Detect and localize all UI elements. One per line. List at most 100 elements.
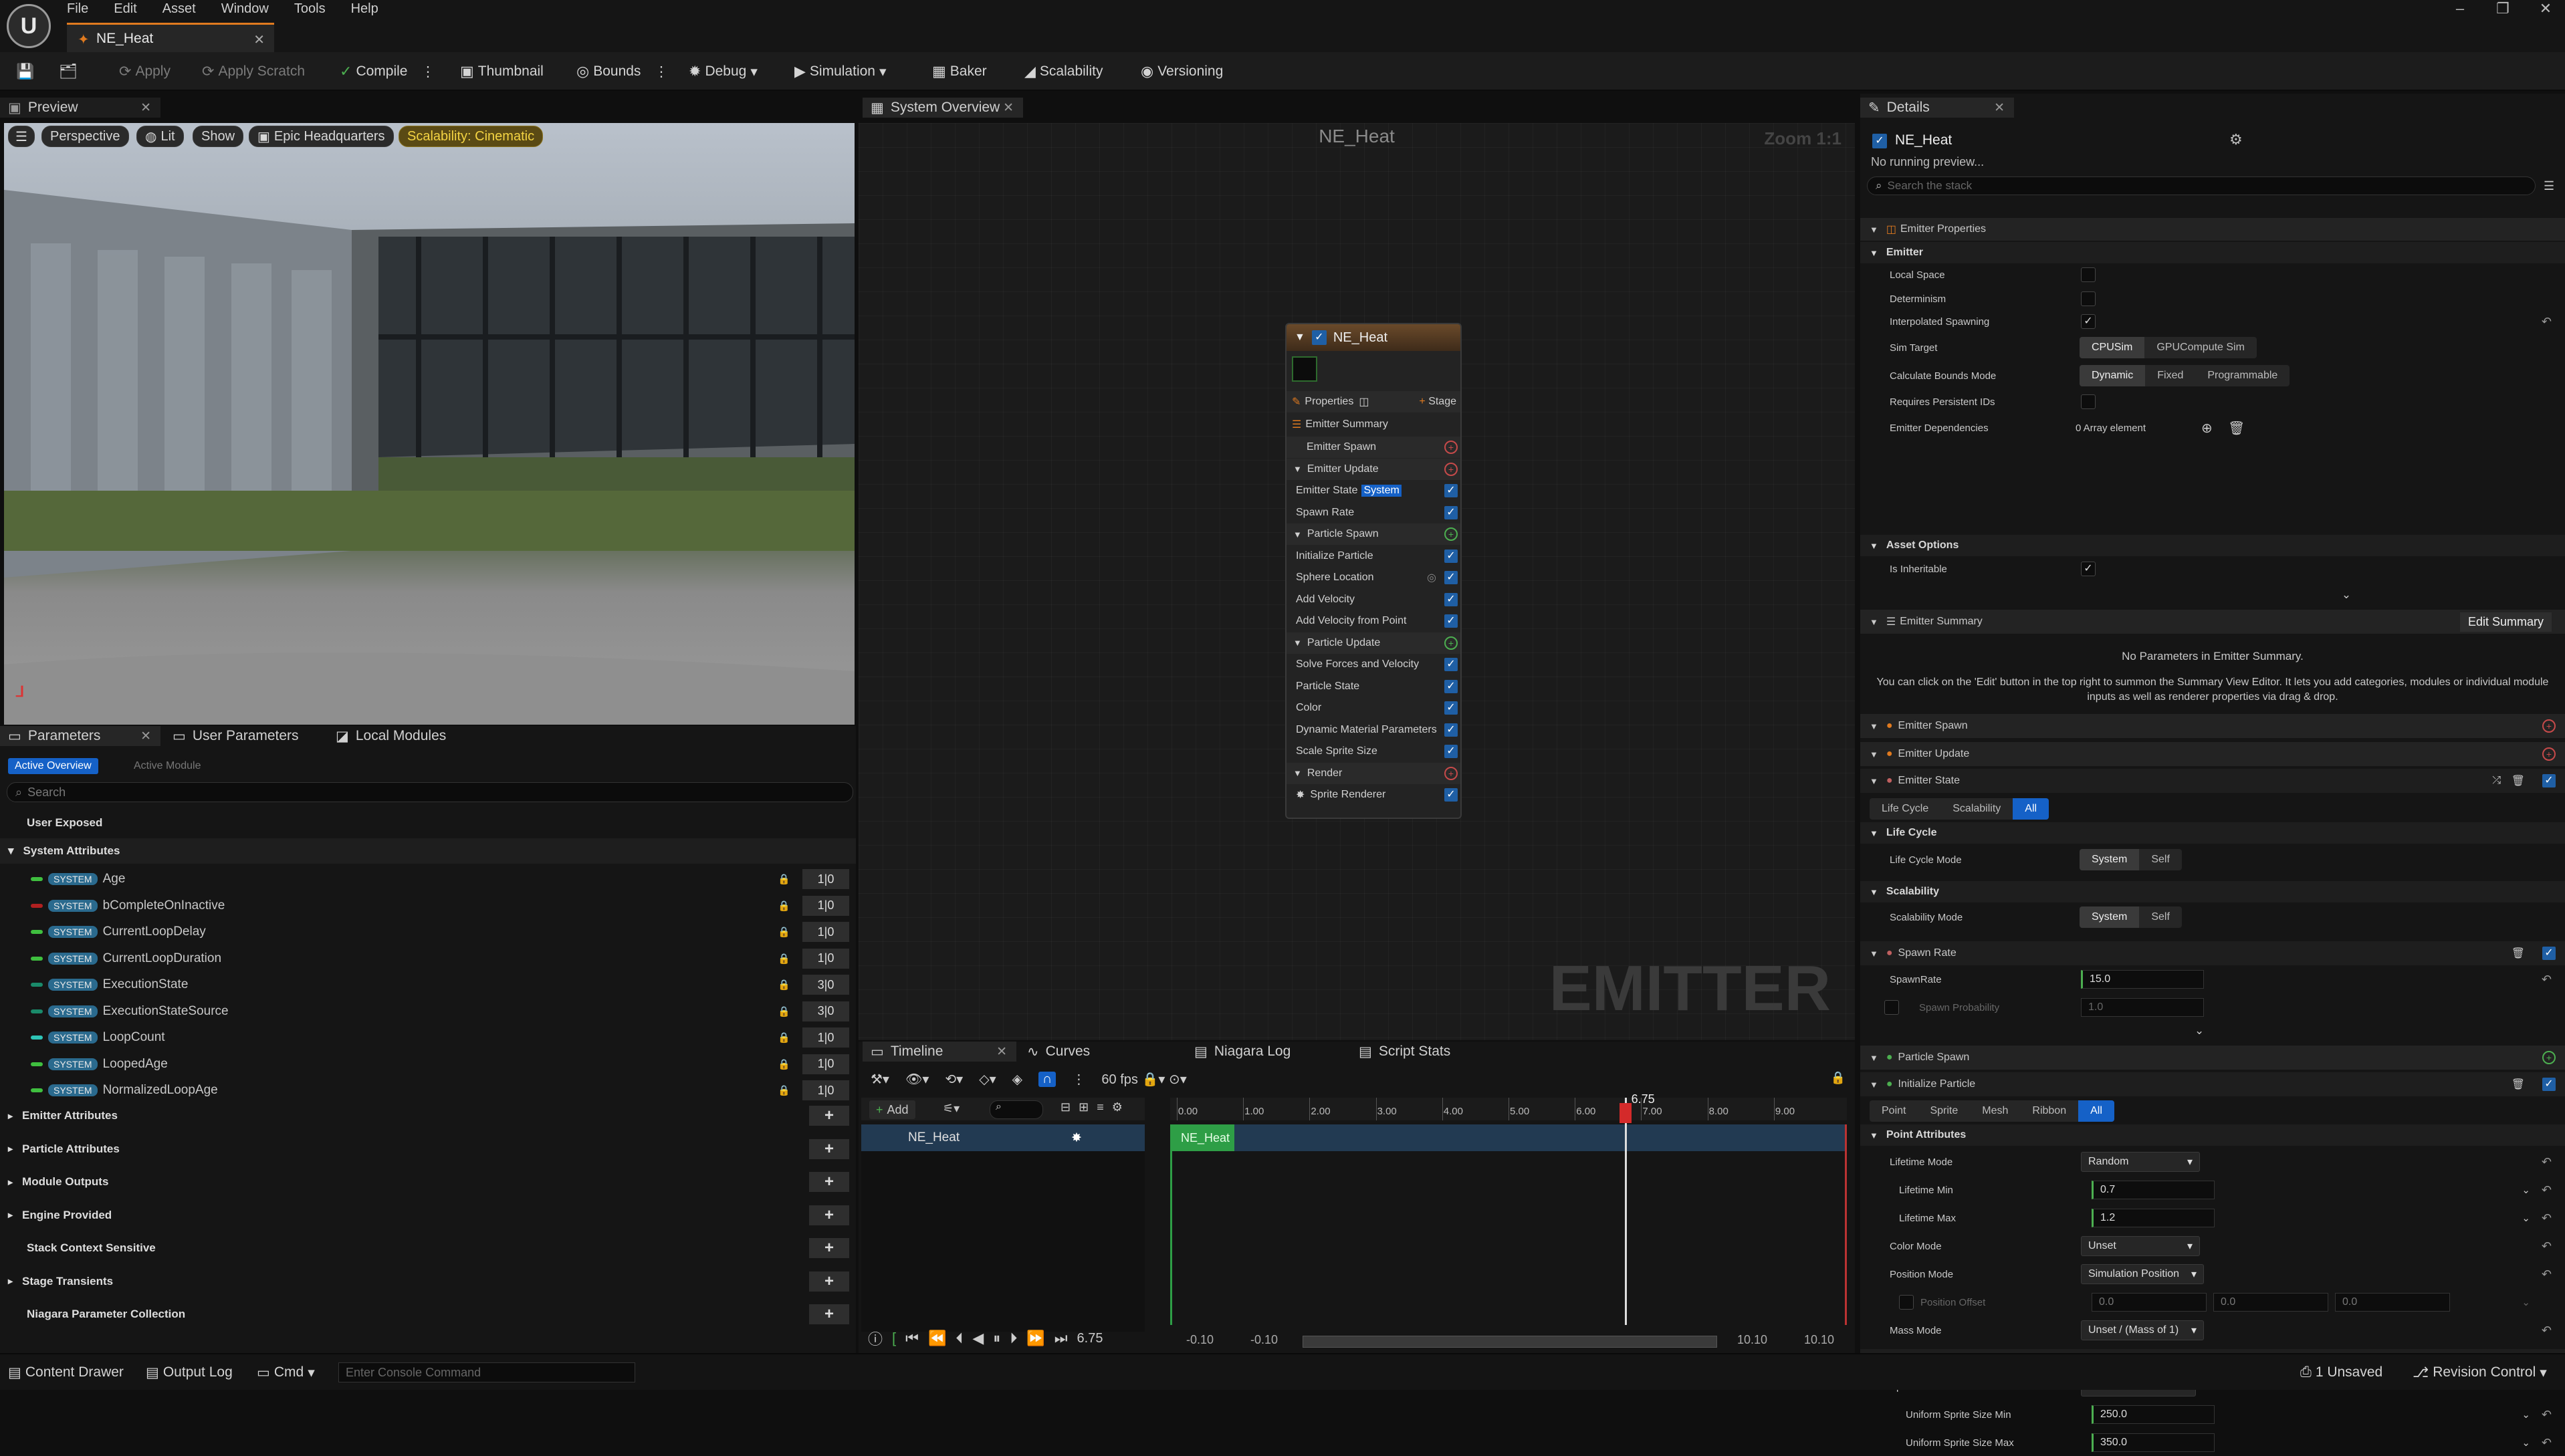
node-stage-row[interactable]: ▼ Particle Update + [1287,632,1460,654]
timeline-track-row[interactable]: NE_Heat ✸ [861,1124,1145,1151]
chevron-down-icon[interactable]: ⌄ [2522,1296,2530,1308]
add-parameter-button[interactable]: + [809,1172,849,1192]
reset-icon[interactable]: ↶ [2542,1239,2552,1253]
reset-icon[interactable]: ↶ [2542,1408,2552,1422]
enable-checkbox[interactable]: ✓ [1311,330,1327,345]
fixed-option[interactable]: Fixed [2145,365,2195,386]
system-attribute-row[interactable]: SYSTEM LoopedAge 🔒 1|0 [0,1052,856,1077]
node-stage-row[interactable]: Emitter Spawn + [1287,437,1460,458]
emitter-node[interactable]: ▼ ✓ NE_Heat ✎ Properties ◫ + Stage ☰ Emit… [1285,323,1462,819]
node-stage-row[interactable]: Color ✓ [1287,697,1460,719]
console-command-input[interactable]: Enter Console Command [338,1362,635,1382]
node-stage-row[interactable]: Scale Sprite Size ✓ [1287,741,1460,762]
enable-checkbox[interactable]: ✓ [2542,1078,2556,1091]
properties-button[interactable]: Properties [1305,396,1353,408]
document-tab[interactable]: ✦ NE_Heat ✕ [67,23,274,52]
attribute-value[interactable]: 3|0 [802,1001,849,1021]
tab-system-overview[interactable]: ▦ System Overview ✕ [863,98,1023,118]
settings-gear-icon[interactable]: ⚙ [2229,131,2243,148]
spawn-probability-input[interactable]: 1.0 [2081,998,2204,1017]
lifetime-min-input[interactable]: 0.7 [2092,1181,2215,1199]
compile-button[interactable]: ✓ Compile ⋮ [340,62,435,82]
chevron-down-icon[interactable]: ⌄ [2342,588,2351,602]
system-option[interactable]: System [2080,906,2140,928]
parameters-search-input[interactable]: ⌕ Search [7,782,853,802]
enable-checkbox[interactable]: ✓ [1444,484,1458,497]
gpusim-option[interactable]: GPUCompute Sim [2144,337,2257,358]
enable-checkbox[interactable]: ✓ [1444,658,1458,671]
position-offset-input[interactable]: 0.0 [2092,1293,2207,1312]
enable-checkbox[interactable]: ✓ [1444,788,1458,802]
self-option[interactable]: Self [2139,906,2182,928]
attribute-value[interactable]: 1|0 [802,922,849,942]
life-cycle-category[interactable]: ▼ Life Cycle [1860,822,2565,844]
emitter-clip[interactable]: NE_Heat [1170,1124,1234,1151]
thumbnail-button[interactable]: ▣ Thumbnail [460,62,544,82]
close-tab-icon[interactable]: ✕ [253,31,265,48]
tab-timeline[interactable]: ▭ Timeline ✕ [863,1042,1016,1062]
add-module-icon[interactable]: + [1444,462,1458,476]
add-stage-button[interactable]: + Stage [1419,396,1456,408]
trash-icon[interactable]: 🗑 [2512,1078,2525,1091]
property-checkbox[interactable] [2081,267,2096,282]
emitter-summary-row[interactable]: ☰ Emitter Summary [1287,414,1460,435]
view-range-start[interactable]: -0.10 [1186,1333,1214,1347]
play-reverse-icon[interactable]: ◀ [972,1330,984,1347]
user-exposed-group[interactable]: User Exposed [0,810,856,836]
system-attribute-row[interactable]: SYSTEM ExecutionStateSource 🔒 3|0 [0,999,856,1024]
skip-end-icon[interactable]: ⏭ [1054,1330,1068,1347]
eye-icon[interactable]: ◎ [1427,571,1436,584]
add-parameter-button[interactable]: + [809,1205,849,1225]
enable-checkbox[interactable]: ✓ [1444,571,1458,584]
property-checkbox[interactable]: ✓ [2081,314,2096,329]
system-attribute-row[interactable]: SYSTEM CurrentLoopDuration 🔒 1|0 [0,946,856,971]
baker-button[interactable]: ▦ Baker [932,62,987,82]
node-stage-row[interactable]: ▼ Render + [1287,762,1460,784]
snap-toggle-icon[interactable]: ∩ [1038,1071,1056,1087]
timeline-scrollbar[interactable] [1303,1336,1717,1348]
enable-checkbox[interactable]: ✓ [1444,592,1458,606]
apply-button[interactable]: ⟳ Apply [119,62,171,82]
add-module-icon[interactable]: + [1444,636,1458,650]
parameter-group-row[interactable]: Stack Context Sensitive + [0,1235,856,1261]
attribute-value[interactable]: 1|0 [802,1054,849,1074]
tab-details[interactable]: ✎ Details ✕ [1860,98,2014,118]
sprite-size-min-input[interactable]: 250.0 [2092,1405,2215,1424]
collapse-icon[interactable]: ▼ [1295,332,1305,344]
lock-view-icon[interactable]: 🔒 [1831,1071,1846,1085]
position-offset-input[interactable]: 0.0 [2335,1293,2450,1312]
time-ruler[interactable]: 0.00 1.00 2.00 3.00 4.00 5.00 6.00 7.00 8.00 9.00 [1170,1098,1847,1120]
property-checkbox[interactable] [2081,394,2096,409]
reset-icon[interactable]: ↶ [2542,1155,2552,1169]
system-attribute-row[interactable]: SYSTEM CurrentLoopDelay 🔒 1|0 [0,919,856,945]
expand-all-icon[interactable]: ⊞ [1079,1100,1089,1114]
system-attribute-row[interactable]: SYSTEM Age 🔒 1|0 [0,866,856,892]
expand-more-row[interactable]: ⌄ [1860,1023,2565,1039]
node-stage-row[interactable]: Dynamic Material Parameters ✓ [1287,719,1460,741]
step-back-icon[interactable]: ⏴ [956,1330,963,1347]
playhead-handle[interactable] [1619,1103,1632,1123]
compile-options-icon[interactable]: ⋮ [421,64,435,80]
attribute-value[interactable]: 1|0 [802,895,849,916]
reset-icon[interactable]: ↶ [2542,1324,2552,1338]
system-attribute-row[interactable]: SYSTEM LoopCount 🔒 1|0 [0,1025,856,1050]
range-start-icon[interactable]: [ [892,1330,896,1347]
attribute-value[interactable]: 3|0 [802,975,849,995]
range-start-marker[interactable] [1170,1124,1172,1325]
collapse-all-icon[interactable]: ⊟ [1061,1100,1071,1114]
attribute-value[interactable]: 1|0 [802,869,849,889]
tab-user-parameters[interactable]: ▭ User Parameters [164,726,325,746]
maximize-button[interactable]: ❐ [2486,0,2520,19]
node-stage-row[interactable]: Solve Forces and Velocity ✓ [1287,654,1460,675]
lit-button[interactable]: ◍ Lit [136,126,184,147]
parameter-group-row[interactable]: ▸ Module Outputs + [0,1169,856,1195]
add-parameter-button[interactable]: + [809,1238,849,1258]
prev-key-icon[interactable]: ⏪ [928,1330,946,1347]
add-parameter-button[interactable]: + [809,1138,849,1159]
scalability-mode-selector[interactable]: System Self [2080,906,2182,928]
show-button[interactable]: Show [193,126,244,147]
tab-preview[interactable]: ▣ Preview ✕ [0,98,160,118]
close-window-button[interactable]: ✕ [2529,0,2562,19]
bounds-mode-selector[interactable]: Dynamic Fixed Programmable [2080,365,2290,386]
attribute-value[interactable]: 1|0 [802,948,849,969]
